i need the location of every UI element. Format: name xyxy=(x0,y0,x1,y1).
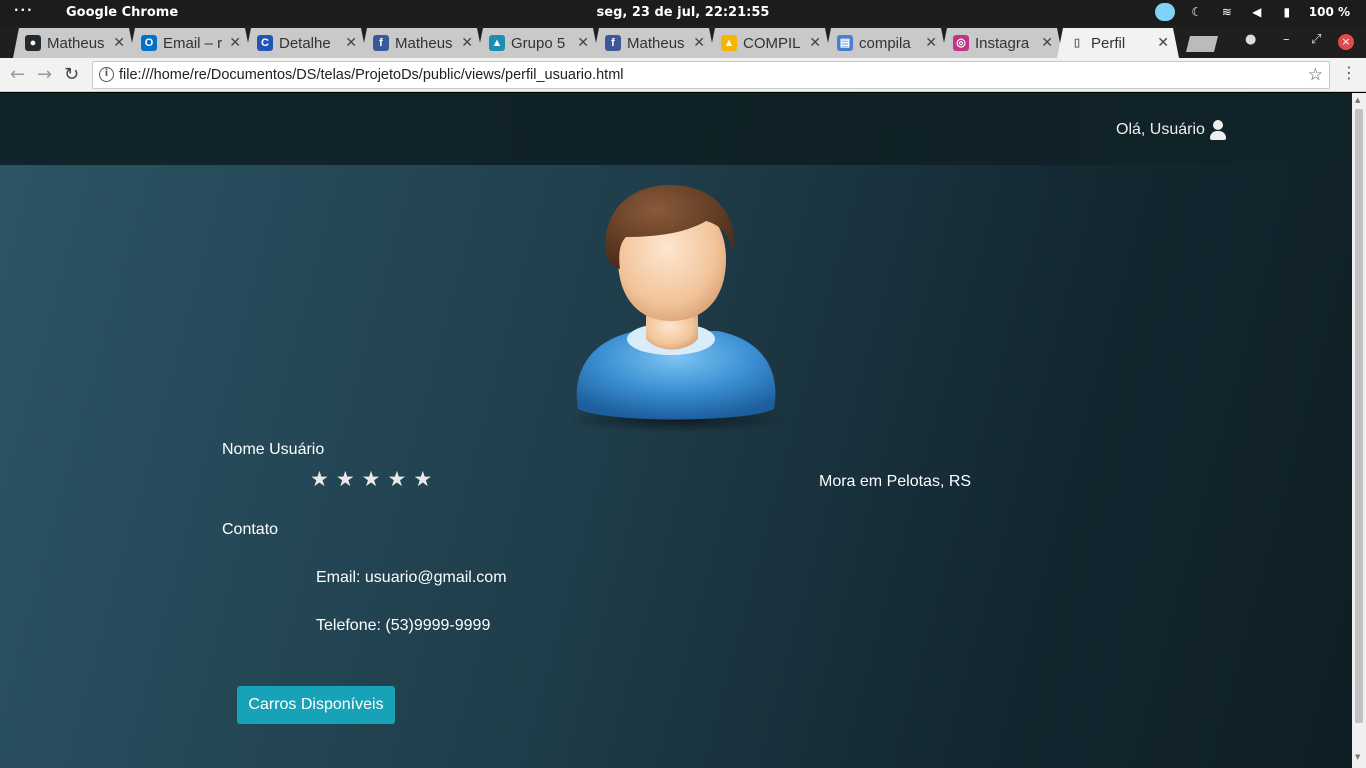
available-cars-button[interactable]: Carros Disponíveis xyxy=(237,686,395,724)
reload-icon[interactable]: ↻ xyxy=(64,64,79,85)
user-location: Mora em Pelotas, RS xyxy=(819,473,972,490)
instagram-icon: ◎ xyxy=(953,35,969,51)
user-icon xyxy=(1209,120,1227,140)
bookmark-star-icon[interactable]: ☆ xyxy=(1308,65,1323,85)
browser-tab[interactable]: ▲ Grupo 5 ✕ xyxy=(477,28,599,58)
tab-title: COMPIL xyxy=(743,34,801,52)
browser-tab[interactable]: f Matheus ✕ xyxy=(593,28,715,58)
app-menu[interactable]: Google Chrome xyxy=(66,5,178,20)
star-icon: ★ xyxy=(310,468,329,491)
close-tab-icon[interactable]: ✕ xyxy=(809,34,821,51)
contact-heading: Contato xyxy=(222,521,279,538)
browser-tab[interactable]: O Email – r ✕ xyxy=(129,28,251,58)
address-bar-url[interactable]: file:///home/re/Documentos/DS/telas/Proj… xyxy=(119,67,624,83)
browser-tab[interactable]: C Detalhe ✕ xyxy=(245,28,367,58)
tab-title: compila xyxy=(859,34,911,52)
user-phone: Telefone: (53)9999-9999 xyxy=(316,617,491,634)
skype-icon[interactable] xyxy=(1154,3,1175,21)
tab-title: Instagra xyxy=(975,34,1030,52)
tab-title: Matheus xyxy=(47,34,105,52)
system-top-bar: ··· Google Chrome seg, 23 de jul, 22:21:… xyxy=(0,0,1366,26)
battery-icon: ▮ xyxy=(1283,5,1291,19)
tab-strip: ● Matheus ✕ O Email – r ✕ C Detalhe ✕ f Matheus ✕ ▲ G… xyxy=(0,26,1366,58)
close-tab-icon[interactable]: ✕ xyxy=(1041,34,1053,51)
tab-title: Matheus xyxy=(627,34,685,52)
page-content: Olá, Usuário Nome Usuário ★ ★ ★ ★ ★ Mora… xyxy=(0,93,1352,768)
site-navbar: Olá, Usuário xyxy=(0,93,1352,165)
sail-icon: ▲ xyxy=(489,35,505,51)
back-icon[interactable]: ← xyxy=(10,64,25,85)
tab-title: Matheus xyxy=(395,34,453,52)
tab-title: Email – r xyxy=(163,34,223,52)
page-scrollbar[interactable]: ▲ ▼ xyxy=(1352,93,1366,768)
github-icon: ● xyxy=(25,35,41,51)
activities-button[interactable]: ··· xyxy=(14,3,34,17)
scroll-down-icon[interactable]: ▼ xyxy=(1355,753,1360,761)
browser-tab[interactable]: ● Matheus ✕ xyxy=(13,28,135,58)
facebook-icon: f xyxy=(373,35,389,51)
carrefour-icon: C xyxy=(257,35,273,51)
new-tab-button[interactable] xyxy=(1186,36,1218,52)
close-tab-icon[interactable]: ✕ xyxy=(693,34,705,51)
scrollbar-thumb[interactable] xyxy=(1355,109,1363,723)
browser-tab[interactable]: f Matheus ✕ xyxy=(361,28,483,58)
close-tab-icon[interactable]: ✕ xyxy=(229,34,241,51)
google-docs-icon: ▤ xyxy=(837,35,853,51)
greeting-text: Olá, Usuário xyxy=(1116,121,1205,138)
volume-icon: ◀ xyxy=(1252,5,1262,19)
browser-tab[interactable]: ▤ compila ✕ xyxy=(825,28,947,58)
maximize-icon[interactable]: ⤢ xyxy=(1311,32,1321,47)
scroll-up-icon[interactable]: ▲ xyxy=(1355,96,1360,104)
close-tab-icon[interactable]: ✕ xyxy=(113,34,125,51)
battery-percent: 100 % xyxy=(1308,5,1350,19)
site-info-icon[interactable]: i xyxy=(99,67,114,82)
tab-title: Perfil xyxy=(1091,34,1126,52)
minimize-icon[interactable]: – xyxy=(1283,32,1290,47)
address-bar[interactable]: i file:///home/re/Documentos/DS/telas/Pr… xyxy=(92,61,1330,89)
system-tray[interactable]: ☾ ≋ ◀ ▮ 100 % xyxy=(1154,3,1350,21)
close-tab-icon[interactable]: ✕ xyxy=(577,34,589,51)
facebook-icon: f xyxy=(605,35,621,51)
close-tab-icon[interactable]: ✕ xyxy=(1157,34,1169,51)
user-email: Email: usuario@gmail.com xyxy=(316,569,507,586)
profile-icon[interactable]: ● xyxy=(1245,32,1256,47)
close-tab-icon[interactable]: ✕ xyxy=(345,34,357,51)
chrome-menu-icon[interactable]: ⋮ xyxy=(1341,63,1357,82)
user-rating: ★ ★ ★ ★ ★ xyxy=(310,469,432,490)
night-light-icon: ☾ xyxy=(1191,5,1203,19)
browser-toolbar: ← → ↻ i file:///home/re/Documentos/DS/te… xyxy=(0,58,1366,92)
star-icon: ★ xyxy=(361,468,381,491)
star-icon: ★ xyxy=(413,468,433,491)
browser-tab[interactable]: ▲ COMPIL ✕ xyxy=(709,28,831,58)
browser-tab[interactable]: ▯ Perfil ✕ xyxy=(1057,28,1179,58)
star-icon: ★ xyxy=(335,468,355,491)
close-tab-icon[interactable]: ✕ xyxy=(925,34,937,51)
wifi-icon: ≋ xyxy=(1221,5,1232,19)
close-tab-icon[interactable]: ✕ xyxy=(461,34,473,51)
user-menu[interactable]: Olá, Usuário xyxy=(1116,120,1227,140)
browser-tab[interactable]: ◎ Instagra ✕ xyxy=(941,28,1063,58)
star-icon: ★ xyxy=(387,468,407,491)
google-drive-icon: ▲ xyxy=(721,35,737,51)
user-name: Nome Usuário xyxy=(222,441,325,458)
forward-icon[interactable]: → xyxy=(37,64,52,85)
page-icon: ▯ xyxy=(1073,37,1081,49)
profile-avatar xyxy=(567,185,787,431)
tab-title: Grupo 5 xyxy=(511,34,566,52)
outlook-icon: O xyxy=(141,35,157,51)
tab-title: Detalhe xyxy=(279,34,331,52)
close-window-icon[interactable]: × xyxy=(1338,34,1354,50)
